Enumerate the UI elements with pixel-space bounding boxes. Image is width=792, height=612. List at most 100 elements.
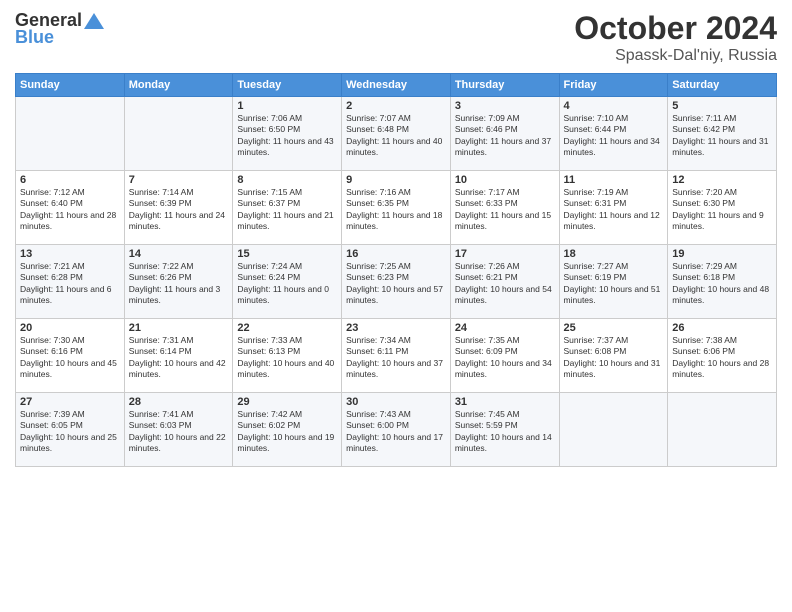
day-number: 28 bbox=[129, 396, 229, 408]
day-info: Sunrise: 7:11 AMSunset: 6:42 PMDaylight:… bbox=[672, 113, 772, 159]
day-number: 22 bbox=[237, 322, 337, 334]
day-number: 16 bbox=[346, 248, 446, 260]
calendar-cell: 4Sunrise: 7:10 AMSunset: 6:44 PMDaylight… bbox=[559, 97, 668, 171]
calendar-week-row: 13Sunrise: 7:21 AMSunset: 6:28 PMDayligh… bbox=[16, 245, 777, 319]
calendar-cell bbox=[124, 97, 233, 171]
day-info: Sunrise: 7:19 AMSunset: 6:31 PMDaylight:… bbox=[564, 187, 664, 233]
calendar-cell: 17Sunrise: 7:26 AMSunset: 6:21 PMDayligh… bbox=[450, 245, 559, 319]
day-number: 18 bbox=[564, 248, 664, 260]
calendar-cell: 3Sunrise: 7:09 AMSunset: 6:46 PMDaylight… bbox=[450, 97, 559, 171]
calendar-week-row: 27Sunrise: 7:39 AMSunset: 6:05 PMDayligh… bbox=[16, 393, 777, 467]
day-info: Sunrise: 7:27 AMSunset: 6:19 PMDaylight:… bbox=[564, 261, 664, 307]
day-info: Sunrise: 7:34 AMSunset: 6:11 PMDaylight:… bbox=[346, 335, 446, 381]
calendar-cell: 24Sunrise: 7:35 AMSunset: 6:09 PMDayligh… bbox=[450, 319, 559, 393]
day-number: 25 bbox=[564, 322, 664, 334]
day-number: 13 bbox=[20, 248, 120, 260]
day-number: 9 bbox=[346, 174, 446, 186]
calendar-cell: 8Sunrise: 7:15 AMSunset: 6:37 PMDaylight… bbox=[233, 171, 342, 245]
day-number: 8 bbox=[237, 174, 337, 186]
calendar-table: SundayMondayTuesdayWednesdayThursdayFrid… bbox=[15, 73, 777, 467]
calendar-cell: 13Sunrise: 7:21 AMSunset: 6:28 PMDayligh… bbox=[16, 245, 125, 319]
day-header-saturday: Saturday bbox=[668, 74, 777, 97]
day-header-monday: Monday bbox=[124, 74, 233, 97]
calendar-cell: 29Sunrise: 7:42 AMSunset: 6:02 PMDayligh… bbox=[233, 393, 342, 467]
calendar-cell: 10Sunrise: 7:17 AMSunset: 6:33 PMDayligh… bbox=[450, 171, 559, 245]
day-number: 24 bbox=[455, 322, 555, 334]
day-number: 29 bbox=[237, 396, 337, 408]
month-title: October 2024 bbox=[574, 10, 777, 47]
day-number: 20 bbox=[20, 322, 120, 334]
day-header-tuesday: Tuesday bbox=[233, 74, 342, 97]
day-number: 19 bbox=[672, 248, 772, 260]
day-header-sunday: Sunday bbox=[16, 74, 125, 97]
day-info: Sunrise: 7:12 AMSunset: 6:40 PMDaylight:… bbox=[20, 187, 120, 233]
calendar-cell: 20Sunrise: 7:30 AMSunset: 6:16 PMDayligh… bbox=[16, 319, 125, 393]
day-number: 23 bbox=[346, 322, 446, 334]
day-info: Sunrise: 7:21 AMSunset: 6:28 PMDaylight:… bbox=[20, 261, 120, 307]
calendar-cell: 15Sunrise: 7:24 AMSunset: 6:24 PMDayligh… bbox=[233, 245, 342, 319]
calendar-cell: 6Sunrise: 7:12 AMSunset: 6:40 PMDaylight… bbox=[16, 171, 125, 245]
day-number: 2 bbox=[346, 100, 446, 112]
day-info: Sunrise: 7:41 AMSunset: 6:03 PMDaylight:… bbox=[129, 409, 229, 455]
calendar-cell: 5Sunrise: 7:11 AMSunset: 6:42 PMDaylight… bbox=[668, 97, 777, 171]
day-info: Sunrise: 7:33 AMSunset: 6:13 PMDaylight:… bbox=[237, 335, 337, 381]
day-info: Sunrise: 7:15 AMSunset: 6:37 PMDaylight:… bbox=[237, 187, 337, 233]
day-number: 26 bbox=[672, 322, 772, 334]
calendar-cell: 2Sunrise: 7:07 AMSunset: 6:48 PMDaylight… bbox=[342, 97, 451, 171]
day-info: Sunrise: 7:37 AMSunset: 6:08 PMDaylight:… bbox=[564, 335, 664, 381]
day-number: 1 bbox=[237, 100, 337, 112]
day-info: Sunrise: 7:29 AMSunset: 6:18 PMDaylight:… bbox=[672, 261, 772, 307]
day-number: 12 bbox=[672, 174, 772, 186]
calendar-cell bbox=[16, 97, 125, 171]
day-number: 14 bbox=[129, 248, 229, 260]
day-number: 4 bbox=[564, 100, 664, 112]
calendar-week-row: 6Sunrise: 7:12 AMSunset: 6:40 PMDaylight… bbox=[16, 171, 777, 245]
calendar-cell: 31Sunrise: 7:45 AMSunset: 5:59 PMDayligh… bbox=[450, 393, 559, 467]
day-info: Sunrise: 7:06 AMSunset: 6:50 PMDaylight:… bbox=[237, 113, 337, 159]
calendar-header-row: SundayMondayTuesdayWednesdayThursdayFrid… bbox=[16, 74, 777, 97]
calendar-week-row: 20Sunrise: 7:30 AMSunset: 6:16 PMDayligh… bbox=[16, 319, 777, 393]
day-info: Sunrise: 7:43 AMSunset: 6:00 PMDaylight:… bbox=[346, 409, 446, 455]
calendar-cell: 28Sunrise: 7:41 AMSunset: 6:03 PMDayligh… bbox=[124, 393, 233, 467]
day-info: Sunrise: 7:38 AMSunset: 6:06 PMDaylight:… bbox=[672, 335, 772, 381]
logo: General Blue bbox=[15, 10, 104, 48]
page: General Blue October 2024 Spassk-Dal'niy… bbox=[0, 0, 792, 612]
location: Spassk-Dal'niy, Russia bbox=[574, 47, 777, 65]
day-info: Sunrise: 7:20 AMSunset: 6:30 PMDaylight:… bbox=[672, 187, 772, 233]
day-info: Sunrise: 7:10 AMSunset: 6:44 PMDaylight:… bbox=[564, 113, 664, 159]
day-number: 27 bbox=[20, 396, 120, 408]
day-info: Sunrise: 7:25 AMSunset: 6:23 PMDaylight:… bbox=[346, 261, 446, 307]
day-info: Sunrise: 7:22 AMSunset: 6:26 PMDaylight:… bbox=[129, 261, 229, 307]
day-info: Sunrise: 7:16 AMSunset: 6:35 PMDaylight:… bbox=[346, 187, 446, 233]
day-info: Sunrise: 7:31 AMSunset: 6:14 PMDaylight:… bbox=[129, 335, 229, 381]
day-info: Sunrise: 7:09 AMSunset: 6:46 PMDaylight:… bbox=[455, 113, 555, 159]
calendar-cell: 22Sunrise: 7:33 AMSunset: 6:13 PMDayligh… bbox=[233, 319, 342, 393]
day-info: Sunrise: 7:07 AMSunset: 6:48 PMDaylight:… bbox=[346, 113, 446, 159]
day-info: Sunrise: 7:14 AMSunset: 6:39 PMDaylight:… bbox=[129, 187, 229, 233]
calendar-cell: 19Sunrise: 7:29 AMSunset: 6:18 PMDayligh… bbox=[668, 245, 777, 319]
day-info: Sunrise: 7:35 AMSunset: 6:09 PMDaylight:… bbox=[455, 335, 555, 381]
calendar-cell: 14Sunrise: 7:22 AMSunset: 6:26 PMDayligh… bbox=[124, 245, 233, 319]
day-header-friday: Friday bbox=[559, 74, 668, 97]
calendar-cell: 9Sunrise: 7:16 AMSunset: 6:35 PMDaylight… bbox=[342, 171, 451, 245]
day-number: 3 bbox=[455, 100, 555, 112]
calendar-cell: 23Sunrise: 7:34 AMSunset: 6:11 PMDayligh… bbox=[342, 319, 451, 393]
day-info: Sunrise: 7:39 AMSunset: 6:05 PMDaylight:… bbox=[20, 409, 120, 455]
day-number: 30 bbox=[346, 396, 446, 408]
day-number: 15 bbox=[237, 248, 337, 260]
day-number: 7 bbox=[129, 174, 229, 186]
calendar-cell: 30Sunrise: 7:43 AMSunset: 6:00 PMDayligh… bbox=[342, 393, 451, 467]
day-number: 11 bbox=[564, 174, 664, 186]
day-info: Sunrise: 7:17 AMSunset: 6:33 PMDaylight:… bbox=[455, 187, 555, 233]
logo-blue-text: Blue bbox=[15, 27, 54, 48]
day-info: Sunrise: 7:26 AMSunset: 6:21 PMDaylight:… bbox=[455, 261, 555, 307]
day-info: Sunrise: 7:42 AMSunset: 6:02 PMDaylight:… bbox=[237, 409, 337, 455]
title-block: October 2024 Spassk-Dal'niy, Russia bbox=[574, 10, 777, 65]
calendar-cell: 25Sunrise: 7:37 AMSunset: 6:08 PMDayligh… bbox=[559, 319, 668, 393]
calendar-cell: 27Sunrise: 7:39 AMSunset: 6:05 PMDayligh… bbox=[16, 393, 125, 467]
calendar-cell: 11Sunrise: 7:19 AMSunset: 6:31 PMDayligh… bbox=[559, 171, 668, 245]
calendar-cell: 7Sunrise: 7:14 AMSunset: 6:39 PMDaylight… bbox=[124, 171, 233, 245]
day-number: 17 bbox=[455, 248, 555, 260]
day-number: 31 bbox=[455, 396, 555, 408]
logo-icon bbox=[84, 13, 104, 29]
